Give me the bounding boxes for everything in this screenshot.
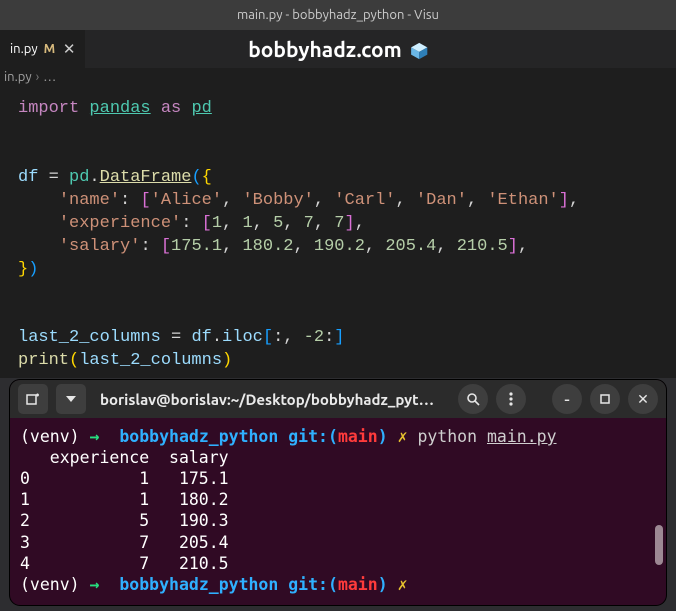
tab-bar: in.py M ✕ bobbyhadz.com bbox=[0, 30, 676, 68]
cube-icon bbox=[410, 40, 428, 58]
terminal-scrollbar[interactable] bbox=[655, 438, 663, 565]
output-row: 1 1 180.2 bbox=[20, 490, 229, 509]
window-title: main.py - bobbyhadz_python - Visu bbox=[237, 8, 439, 22]
window-titlebar: main.py - bobbyhadz_python - Visu bbox=[0, 0, 676, 30]
new-tab-button[interactable] bbox=[18, 384, 48, 414]
code-editor[interactable]: import pandas as pd df = pd.DataFrame({ … bbox=[0, 90, 676, 378]
tab-filename: in.py bbox=[10, 42, 38, 56]
scrollbar-thumb[interactable] bbox=[655, 525, 663, 565]
editor-tab-main[interactable]: in.py M ✕ bbox=[0, 30, 85, 68]
output-row: 2 5 190.3 bbox=[20, 511, 229, 530]
close-button[interactable]: ✕ bbox=[628, 384, 658, 414]
output-header: experience salary bbox=[20, 448, 229, 467]
output-row: 4 7 210.5 bbox=[20, 554, 229, 573]
breadcrumb-file: in.py bbox=[4, 70, 32, 84]
output-row: 0 1 175.1 bbox=[20, 469, 229, 488]
search-button[interactable] bbox=[458, 384, 488, 414]
terminal-header: borislav@borislav:~/Desktop/bobbyhadz_py… bbox=[10, 380, 666, 418]
maximize-button[interactable] bbox=[590, 384, 620, 414]
terminal-window: borislav@borislav:~/Desktop/bobbyhadz_py… bbox=[10, 380, 666, 605]
output-row: 3 7 205.4 bbox=[20, 533, 229, 552]
breadcrumb[interactable]: in.py ›… bbox=[0, 68, 676, 90]
breadcrumb-more: … bbox=[43, 70, 56, 84]
tab-modified-indicator: M bbox=[44, 42, 56, 56]
site-brand: bobbyhadz.com bbox=[248, 37, 428, 61]
menu-button[interactable] bbox=[496, 384, 526, 414]
breadcrumb-separator: › bbox=[36, 70, 40, 84]
brand-text: bobbyhadz.com bbox=[248, 37, 402, 61]
terminal-title: borislav@borislav:~/Desktop/bobbyhadz_py… bbox=[94, 391, 450, 408]
terminal-body[interactable]: (venv) → bobbyhadz_python git:(main) ✗ p… bbox=[10, 418, 666, 603]
minimize-button[interactable]: ‐ bbox=[552, 384, 582, 414]
tab-dropdown-button[interactable] bbox=[56, 384, 86, 414]
close-icon[interactable]: ✕ bbox=[61, 41, 77, 57]
